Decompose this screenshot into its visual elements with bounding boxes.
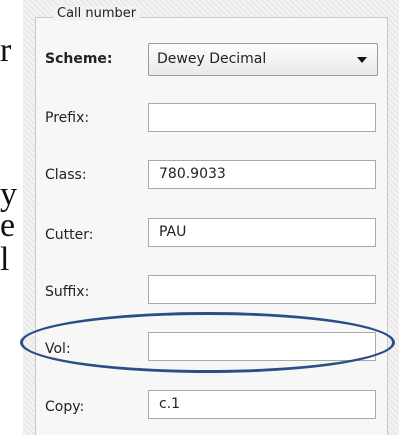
- prefix-input[interactable]: [148, 103, 376, 132]
- copy-input[interactable]: c.1: [148, 390, 376, 419]
- background-text-l: l: [0, 241, 10, 278]
- scheme-select-value: Dewey Decimal: [157, 51, 267, 67]
- background-text-r: r: [0, 32, 12, 69]
- scheme-label: Scheme:: [45, 51, 113, 67]
- dropdown-arrow-icon: [357, 57, 367, 63]
- class-input[interactable]: 780.9033: [148, 160, 376, 189]
- scheme-select[interactable]: Dewey Decimal: [148, 43, 378, 76]
- suffix-input[interactable]: [148, 275, 376, 304]
- suffix-label: Suffix:: [45, 284, 90, 300]
- vol-input[interactable]: [148, 332, 376, 361]
- cutter-label: Cutter:: [45, 227, 94, 243]
- cutter-input[interactable]: PAU: [148, 218, 376, 247]
- copy-label: Copy:: [45, 399, 85, 415]
- vol-label: Vol:: [45, 341, 71, 357]
- call-number-title: Call number: [53, 6, 141, 21]
- prefix-label: Prefix:: [45, 110, 90, 126]
- class-label: Class:: [45, 167, 87, 183]
- background-text-e: e: [0, 207, 16, 244]
